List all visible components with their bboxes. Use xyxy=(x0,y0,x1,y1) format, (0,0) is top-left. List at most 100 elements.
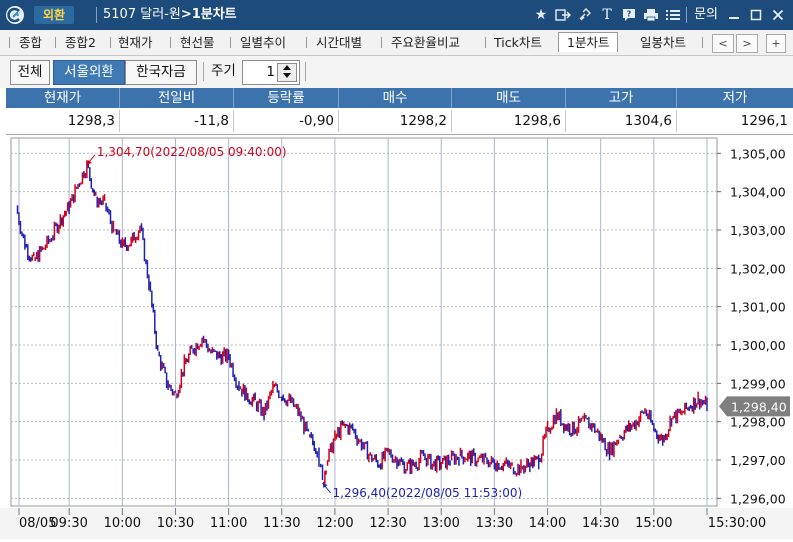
tab-divider xyxy=(170,37,171,48)
x-tick-label: 12:30 xyxy=(369,516,406,531)
link-icon[interactable] xyxy=(574,5,596,25)
y-tick-label: 1,299,00 xyxy=(730,376,786,391)
x-tick-label: 09:30 xyxy=(50,516,87,531)
tab-daily-chart[interactable]: 일봉차트 xyxy=(640,33,686,52)
tab-current-price[interactable]: 현재가 xyxy=(118,33,153,52)
tab-summary[interactable]: 종합 xyxy=(19,33,42,52)
tab-tick-chart[interactable]: Tick차트 xyxy=(494,33,542,52)
x-tick-label: 10:30 xyxy=(157,516,194,531)
x-tick-label: 10:00 xyxy=(104,516,141,531)
window-title: 5107 달러-원>1분차트 xyxy=(103,6,237,24)
tab-divider xyxy=(381,37,382,48)
help-icon[interactable]: ? xyxy=(618,5,640,25)
app-logo-icon xyxy=(6,6,24,24)
filter-divider xyxy=(203,62,204,81)
period-label: 주기 xyxy=(211,63,236,79)
header-change-rate: 등락률 xyxy=(267,90,305,106)
close-icon[interactable] xyxy=(767,5,789,25)
y-tick-label: 1,297,00 xyxy=(730,453,786,468)
spinner-arrows-icon[interactable] xyxy=(277,63,297,82)
current-price-label: 1,298,40 xyxy=(731,399,787,414)
export-icon[interactable] xyxy=(552,5,574,25)
tab-divider xyxy=(485,37,486,48)
x-tick-label: 11:30 xyxy=(263,516,300,531)
period-value[interactable]: 1 xyxy=(243,61,275,84)
value-current-price: 1298,3 xyxy=(67,113,115,129)
view-name: 1분차트 xyxy=(191,7,237,22)
header-change: 전일비 xyxy=(157,90,196,106)
minimize-icon[interactable] xyxy=(723,5,745,25)
segment-korea-money[interactable]: 한국자금 xyxy=(125,60,197,85)
title-bar: 외환 5107 달러-원>1분차트 ★ T ? 문의 xyxy=(0,0,793,30)
header-high: 고가 xyxy=(608,90,634,106)
tab-divider xyxy=(9,37,10,48)
tab-1min-chart[interactable]: 1분차트 xyxy=(558,32,619,52)
title-arrow: > xyxy=(180,7,192,22)
max-annotation: 1,304,70(2022/08/05 09:40:00) xyxy=(97,145,287,159)
quote-header: 현재가 전일비 등락률 매수 매도 고가 저가 xyxy=(6,88,793,108)
title-divider xyxy=(96,7,97,23)
tab-strip: 종합 종합2 현재가 현선물 일별추이 시간대별 주요환율비교 Tick차트 1… xyxy=(0,30,793,56)
y-tick-label: 1,301,00 xyxy=(730,300,786,315)
quote-row: 1298,3 -11,8 -0,90 1298,2 1298,6 1304,6 … xyxy=(6,108,793,135)
value-change-rate: -0,90 xyxy=(299,113,334,129)
x-tick-label: 14:00 xyxy=(529,516,566,531)
tab-divider xyxy=(230,37,231,48)
text-icon[interactable]: T xyxy=(596,5,618,25)
x-tick-label: 13:00 xyxy=(422,516,459,531)
y-tick-label: 1,300,00 xyxy=(730,338,786,353)
chart-area[interactable]: 1,304,70(2022/08/05 09:40:00) 1,296,40(20… xyxy=(0,135,793,539)
print-icon[interactable] xyxy=(640,5,662,25)
min-annotation: 1,296,40(2022/08/05 11:53:00) xyxy=(333,486,523,500)
title-toolbar: ★ T ? 문의 xyxy=(530,5,789,25)
instrument-code: 5107 xyxy=(103,7,137,22)
x-tick-label: 14:30 xyxy=(582,516,619,531)
tab-divider xyxy=(55,37,56,48)
filter-divider xyxy=(305,62,306,81)
tab-spot-forward[interactable]: 현선물 xyxy=(180,33,215,52)
value-ask: 1298,6 xyxy=(513,113,561,129)
period-spinner[interactable]: 1 xyxy=(242,60,300,85)
x-tick-label: 12:00 xyxy=(316,516,353,531)
inquiry-button[interactable]: 문의 xyxy=(689,5,723,25)
tab-fx-compare[interactable]: 주요환율비교 xyxy=(391,33,460,52)
svg-text:?: ? xyxy=(627,10,632,19)
header-ask: 매도 xyxy=(496,90,521,106)
tab-divider xyxy=(702,37,703,48)
toolbar-divider xyxy=(686,7,688,23)
value-high: 1304,6 xyxy=(624,113,672,129)
header-current-price: 현재가 xyxy=(43,90,82,106)
value-bid: 1298,2 xyxy=(399,113,447,129)
segment-all[interactable]: 전체 xyxy=(10,60,50,85)
tab-prev-button[interactable]: < xyxy=(712,34,734,53)
x-tick-label: 11:00 xyxy=(210,516,247,531)
instrument-name: 달러-원 xyxy=(140,7,181,22)
tab-add-button[interactable]: + xyxy=(766,34,786,53)
y-tick-label: 1,298,00 xyxy=(730,415,786,430)
x-tick-label: 15:00 xyxy=(635,516,672,531)
value-low: 1296,1 xyxy=(740,113,788,129)
segment-seoul-fx[interactable]: 서울외환 xyxy=(53,60,125,85)
x-tick-label: 13:30 xyxy=(476,516,513,531)
price-chart[interactable]: 1,304,70(2022/08/05 09:40:00) 1,296,40(20… xyxy=(0,135,793,539)
header-bid: 매수 xyxy=(382,90,408,106)
tab-divider xyxy=(110,37,111,48)
tab-summary2[interactable]: 종합2 xyxy=(65,33,96,52)
list-icon[interactable] xyxy=(662,5,684,25)
y-tick-label: 1,303,00 xyxy=(730,223,786,238)
y-tick-label: 1,305,00 xyxy=(730,146,786,161)
tab-by-time[interactable]: 시간대별 xyxy=(316,33,362,52)
tab-next-button[interactable]: > xyxy=(736,34,758,53)
value-change: -11,8 xyxy=(194,113,229,129)
y-tick-label: 1,302,00 xyxy=(730,261,786,276)
tab-divider xyxy=(306,37,307,48)
header-low: 저가 xyxy=(722,90,748,106)
y-tick-label: 1,304,00 xyxy=(730,185,786,200)
maximize-icon[interactable] xyxy=(745,5,767,25)
market-badge[interactable]: 외환 xyxy=(34,6,75,24)
filter-bar: 전체 서울외환 한국자금 주기 1 xyxy=(0,56,793,88)
star-icon[interactable]: ★ xyxy=(530,5,552,25)
y-tick-label: 1,296,00 xyxy=(730,491,786,506)
tab-daily-trend[interactable]: 일별추이 xyxy=(240,33,286,52)
x-tick-label: 15:30:00 xyxy=(708,516,766,531)
